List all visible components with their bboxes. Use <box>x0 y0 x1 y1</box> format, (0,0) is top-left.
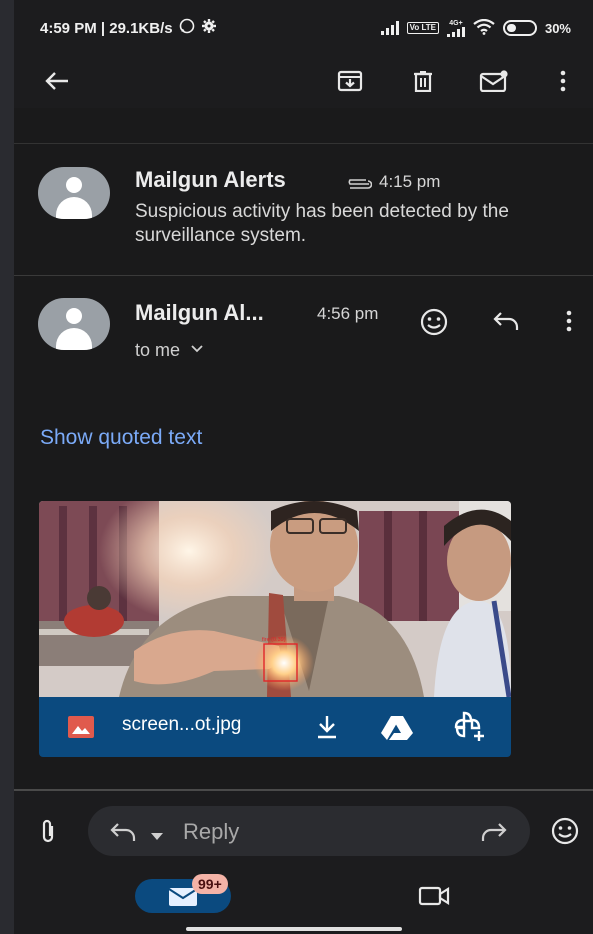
message-time: 4:15 pm <box>379 172 441 191</box>
attachment-clip-icon[interactable] <box>39 818 57 849</box>
message-time: 4:56 pm <box>317 304 379 323</box>
bottom-navigation: 99+ <box>14 871 593 934</box>
image-file-icon <box>67 715 95 744</box>
volte-icon: Vo LTE <box>406 22 439 34</box>
status-time-speed: 4:59 PM | 29.1KB/s <box>40 19 173 37</box>
avatar <box>38 298 110 350</box>
delete-icon[interactable] <box>408 66 438 96</box>
show-quoted-text-link[interactable]: Show quoted text <box>40 426 202 450</box>
battery-level: 30% <box>544 20 571 36</box>
more-vert-icon[interactable] <box>548 66 578 96</box>
reply-icon[interactable] <box>109 821 137 848</box>
message-collapsed[interactable]: Mailgun Alerts 4:15 pm Suspicious activi… <box>14 145 593 275</box>
recipient-details[interactable]: to me <box>135 337 203 361</box>
network-type-label: 4G+ <box>449 19 463 27</box>
add-to-photos-icon[interactable] <box>451 711 487 748</box>
attachment-clip-icon <box>344 177 373 195</box>
mark-unread-icon[interactable] <box>479 66 509 96</box>
recipient-label: to me <box>135 340 181 360</box>
whatsapp-icon <box>179 18 195 38</box>
message-toolbar <box>14 56 593 108</box>
gmail-screen: 4:59 PM | 29.1KB/s Vo LTE 4G+ 30% Mailgu… <box>14 0 593 934</box>
forward-icon[interactable] <box>480 821 508 848</box>
previous-message-cutoff <box>14 108 593 144</box>
attachment-filename[interactable]: screen...ot.jpg <box>122 714 241 736</box>
reply-icon[interactable] <box>492 310 520 337</box>
image-attachment[interactable]: fire (0.39) screen...ot.jpg <box>39 501 511 757</box>
reply-pill[interactable]: Reply <box>88 806 530 856</box>
attachment-action-bar: screen...ot.jpg <box>39 697 511 757</box>
drive-icon[interactable] <box>380 715 414 746</box>
chevron-down-icon <box>191 337 203 358</box>
dropdown-icon[interactable] <box>151 828 163 846</box>
unread-count-badge: 99+ <box>192 874 228 894</box>
download-icon[interactable] <box>315 714 339 745</box>
home-indicator[interactable] <box>186 927 402 931</box>
emoji-icon[interactable] <box>550 816 580 851</box>
signal-strength-2-icon <box>446 26 465 37</box>
detection-label: fire (0.39) <box>262 637 286 643</box>
message-snippet: Suspicious activity has been detected by… <box>135 201 509 246</box>
archive-icon[interactable] <box>335 66 365 96</box>
battery-icon <box>502 20 537 36</box>
attachment-photo[interactable]: fire (0.39) <box>39 501 511 697</box>
device-frame-left <box>0 0 14 934</box>
reply-bar: Reply <box>14 791 593 871</box>
status-bar: 4:59 PM | 29.1KB/s Vo LTE 4G+ 30% <box>14 0 593 56</box>
reply-button-label: Reply <box>183 819 240 844</box>
mail-icon <box>168 887 198 912</box>
avatar <box>38 167 110 219</box>
settings-gear-icon <box>201 18 217 38</box>
wifi-icon <box>473 18 495 38</box>
back-arrow-icon[interactable] <box>42 66 72 96</box>
sender-name: Mailgun Al... <box>135 300 264 325</box>
sender-name: Mailgun Alerts <box>135 167 286 192</box>
emoji-react-icon[interactable] <box>419 307 449 342</box>
more-vert-icon[interactable] <box>565 310 573 337</box>
signal-strength-icon <box>380 21 399 35</box>
video-icon[interactable] <box>418 885 450 912</box>
